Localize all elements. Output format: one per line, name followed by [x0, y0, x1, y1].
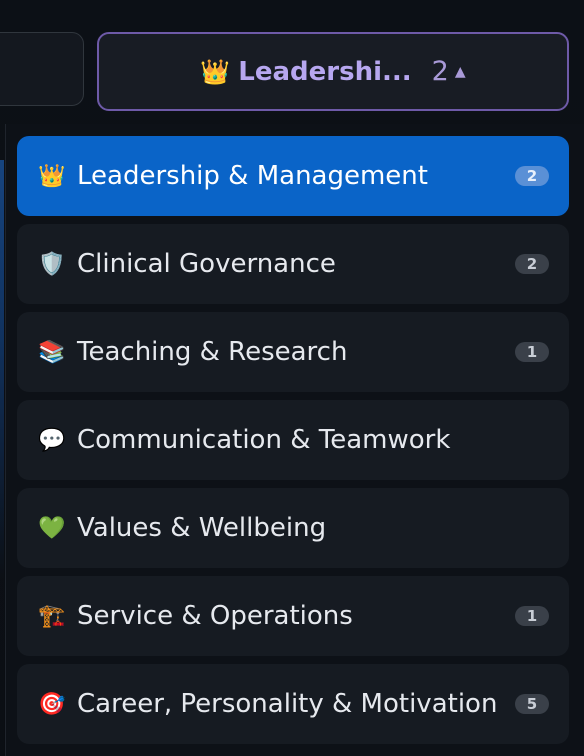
target-icon: 🎯 — [38, 691, 66, 717]
menu-item-label: Communication & Teamwork — [77, 425, 451, 455]
menu-item-label: Values & Wellbeing — [77, 513, 327, 543]
background-edge-left — [0, 160, 4, 756]
count-badge: 1 — [515, 342, 549, 362]
menu-item-label: Clinical Governance — [77, 249, 336, 279]
green-heart-icon: 💚 — [38, 515, 66, 541]
menu-item-teaching-research[interactable]: 📚 Teaching & Research 1 — [17, 312, 569, 392]
count-badge: 1 — [515, 606, 549, 626]
crown-icon: 👑 — [200, 57, 231, 86]
dropdown-selected-label: Leadershi... — [238, 56, 412, 87]
menu-item-leadership-management[interactable]: 👑 Leadership & Management 2 — [17, 136, 569, 216]
menu-item-clinical-governance[interactable]: 🛡️ Clinical Governance 2 — [17, 224, 569, 304]
app-root: 👑 Leadershi... 2 ▲ 👑 Leadership & Manage… — [0, 0, 584, 756]
menu-item-label: Teaching & Research — [77, 337, 348, 367]
count-badge: 2 — [515, 166, 549, 186]
menu-item-values-wellbeing[interactable]: 💚 Values & Wellbeing — [17, 488, 569, 568]
count-badge: 2 — [515, 254, 549, 274]
construction-crane-icon: 🏗️ — [38, 603, 66, 629]
caret-up-icon: ▲ — [454, 63, 466, 80]
crown-icon: 👑 — [38, 163, 66, 189]
menu-item-service-operations[interactable]: 🏗️ Service & Operations 1 — [17, 576, 569, 656]
books-icon: 📚 — [38, 339, 66, 365]
dropdown-count: 2 — [431, 56, 449, 87]
shield-icon: 🛡️ — [38, 251, 66, 277]
previous-filter-button[interactable] — [0, 32, 84, 106]
speech-bubble-icon: 💬 — [38, 427, 66, 453]
menu-item-label: Career, Personality & Motivation — [77, 689, 498, 719]
count-badge: 5 — [515, 694, 549, 714]
category-dropdown-trigger[interactable]: 👑 Leadershi... 2 ▲ — [97, 32, 569, 111]
menu-item-career-personality-motivation[interactable]: 🎯 Career, Personality & Motivation 5 — [17, 664, 569, 744]
menu-item-communication-teamwork[interactable]: 💬 Communication & Teamwork — [17, 400, 569, 480]
menu-item-label: Leadership & Management — [77, 161, 428, 191]
menu-item-label: Service & Operations — [77, 601, 353, 631]
